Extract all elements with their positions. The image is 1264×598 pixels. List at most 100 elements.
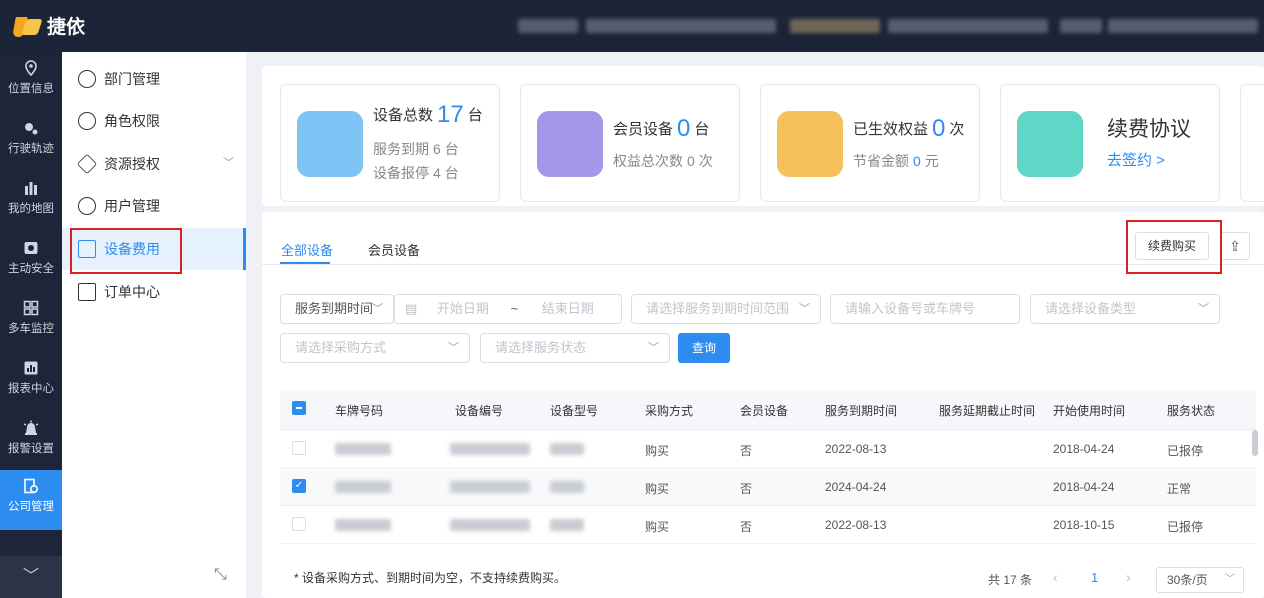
- chevron-down-icon: ﹀: [448, 342, 459, 354]
- shrink-icon[interactable]: ⤡: [214, 566, 227, 584]
- table-row[interactable]: ✓ 购买 否 2024-04-24 2018-04-24 正常: [280, 468, 1256, 506]
- nav-item-multi-monitor[interactable]: 多车监控: [0, 292, 62, 352]
- blurred-header-info: [586, 19, 776, 33]
- query-button[interactable]: 查询: [678, 333, 730, 363]
- logo-mark-icon: [12, 13, 44, 39]
- order-icon: [78, 283, 96, 301]
- stat-label: 服务到期: [373, 141, 429, 157]
- stat-label: 权益总次数: [613, 153, 683, 169]
- table-row[interactable]: 购买 否 2022-08-13 2018-10-15 已报停: [280, 506, 1256, 544]
- tab-all-devices[interactable]: 全部设备: [281, 240, 333, 259]
- tab-divider: [262, 264, 1264, 265]
- chevron-down-icon: ﹀: [223, 157, 234, 169]
- member-device-card: 会员设备 0 台 权益总次数 0 次: [520, 84, 740, 202]
- column-header: 车牌号码: [335, 404, 384, 418]
- expire-type-select[interactable]: 服务到期时间 ﹀: [280, 294, 394, 324]
- submenu-label: 角色权限: [104, 113, 160, 129]
- stats-panel: 设备总数 17 台 服务到期 6 台 设备报停 4 台 会员设备 0 台 权益总次数 0 次 已生效…: [262, 66, 1264, 206]
- nav-label: 报警设置: [8, 443, 54, 455]
- prev-page-button[interactable]: ‹: [1053, 569, 1058, 585]
- upload-icon: ⇪: [1229, 238, 1241, 254]
- date-range-picker[interactable]: ▤ 开始日期 ~ 结束日期: [394, 294, 622, 324]
- purchase-method-select[interactable]: 请选择采购方式 ﹀: [280, 333, 470, 363]
- status-cell: 已报停: [1167, 444, 1204, 458]
- blurred-device-number: [450, 481, 530, 493]
- nav-label: 主动安全: [8, 263, 54, 275]
- nav-item-alarm[interactable]: 报警设置: [0, 412, 62, 472]
- date-range-separator: ~: [510, 301, 519, 316]
- device-total: 设备总数 17 台: [373, 101, 483, 129]
- current-page[interactable]: 1: [1091, 570, 1098, 585]
- nav-item-report[interactable]: 报表中心: [0, 352, 62, 412]
- row-checkbox[interactable]: [292, 441, 306, 455]
- nav-collapse-button[interactable]: ﹀: [0, 556, 62, 598]
- renew-agreement-title: 续费协议: [1107, 118, 1191, 141]
- nav-item-company[interactable]: 公司管理: [0, 470, 62, 530]
- submenu-label: 资源授权: [104, 156, 160, 172]
- column-header: 服务到期时间: [825, 404, 898, 418]
- stat-value: 0: [687, 153, 695, 169]
- blurred-header-info: [888, 19, 1048, 33]
- page-size-value: 30条/页: [1167, 573, 1208, 587]
- start-date-placeholder: 开始日期: [436, 301, 489, 316]
- stat-unit: 台: [444, 141, 459, 157]
- purchase-cell: 购买: [645, 444, 670, 458]
- service-status-select[interactable]: 请选择服务状态 ﹀: [480, 333, 670, 363]
- effective-rights: 已生效权益 0 次: [853, 115, 964, 143]
- submenu-item-department[interactable]: 部门管理: [78, 67, 160, 91]
- next-page-button[interactable]: ›: [1126, 569, 1131, 585]
- blurred-header-info: [1108, 19, 1258, 33]
- department-icon: [78, 70, 96, 88]
- blurred-plate-number: [335, 519, 391, 531]
- purchase-cell: 购买: [645, 520, 670, 534]
- nav-item-map[interactable]: 我的地图: [0, 172, 62, 232]
- start-cell: 2018-04-24: [1053, 480, 1115, 494]
- table-row[interactable]: 购买 否 2022-08-13 2018-04-24 已报停: [280, 430, 1256, 468]
- search-input[interactable]: 请输入设备号或车牌号: [830, 294, 1020, 324]
- nav-item-location[interactable]: 位置信息: [0, 52, 62, 112]
- status-cell: 正常: [1167, 482, 1192, 496]
- submenu-item-role[interactable]: 角色权限: [78, 109, 160, 133]
- nav-item-safety[interactable]: 主动安全: [0, 232, 62, 292]
- chevron-down-icon: ﹀: [1198, 303, 1209, 315]
- device-type-select[interactable]: 请选择设备类型 ﹀: [1030, 294, 1220, 324]
- row-checkbox[interactable]: ✓: [292, 479, 306, 493]
- safety-icon: [24, 242, 38, 254]
- end-date-placeholder: 结束日期: [541, 301, 594, 316]
- user-gear-icon: [78, 197, 96, 215]
- nav-item-track[interactable]: 行驶轨迹: [0, 112, 62, 172]
- column-header: 采购方式: [645, 404, 694, 418]
- row-checkbox[interactable]: [292, 517, 306, 531]
- page-size-select[interactable]: 30条/页 ﹀: [1156, 567, 1244, 593]
- device-total-label: 设备总数: [373, 107, 434, 124]
- expire-range-select[interactable]: 请选择服务到期时间范围 ﹀: [631, 294, 821, 324]
- brand-logo[interactable]: 捷依: [12, 12, 85, 39]
- device-type-placeholder: 请选择设备类型: [1045, 301, 1137, 316]
- location-icon: [25, 60, 37, 76]
- submenu-item-orders[interactable]: 订单中心: [78, 280, 160, 304]
- calendar-icon: ▤: [405, 301, 418, 316]
- saved-amount-stat: 节省金额 0 元: [853, 151, 939, 171]
- blurred-plate-number: [335, 443, 391, 455]
- device-stop-stat: 设备报停 4 台: [373, 163, 459, 183]
- select-all-checkbox[interactable]: [292, 401, 306, 415]
- status-cell: 已报停: [1167, 520, 1204, 534]
- highlight-box: [1126, 220, 1222, 274]
- table-scrollbar[interactable]: [1252, 430, 1258, 456]
- export-button[interactable]: ⇪: [1220, 232, 1250, 260]
- column-header: 设备型号: [550, 404, 599, 418]
- rights-total-stat: 权益总次数 0 次: [613, 151, 713, 171]
- submenu-item-user[interactable]: 用户管理: [78, 194, 160, 218]
- nav-label: 公司管理: [8, 501, 54, 513]
- tab-member-devices[interactable]: 会员设备: [368, 240, 420, 259]
- service-expire-stat: 服务到期 6 台: [373, 139, 459, 159]
- chevron-down-icon: ﹀: [1225, 574, 1235, 585]
- effective-rights-value: 0: [932, 115, 946, 142]
- chevron-down-icon: ﹀: [648, 342, 659, 354]
- submenu-item-resource[interactable]: 资源授权 ﹀: [76, 152, 234, 176]
- blurred-header-info: [1060, 19, 1102, 33]
- sign-agreement-link[interactable]: 去签约 >: [1107, 149, 1165, 170]
- start-cell: 2018-10-15: [1053, 518, 1115, 532]
- nav-label: 我的地图: [8, 203, 54, 215]
- device-total-value: 17: [437, 101, 464, 128]
